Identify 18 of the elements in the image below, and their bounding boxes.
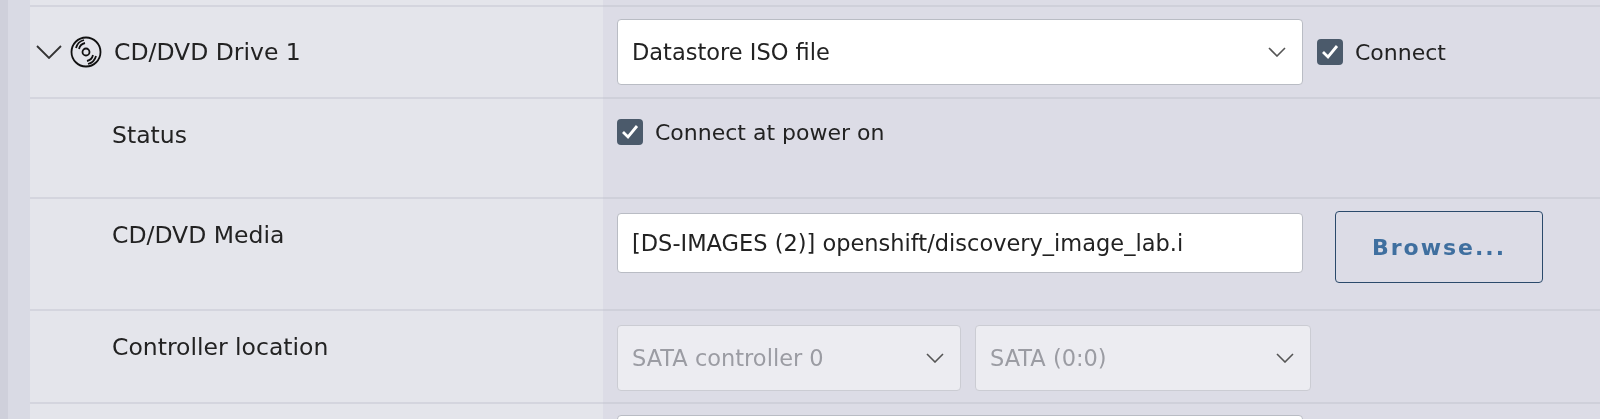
field-label: CD/DVD Media xyxy=(112,221,285,249)
device-name: CD/DVD Drive 1 xyxy=(114,38,301,66)
chevron-down-icon xyxy=(1268,47,1286,57)
checkbox[interactable] xyxy=(617,119,643,145)
browse-button[interactable]: Browse... xyxy=(1335,211,1543,283)
field-label: Status xyxy=(112,121,187,149)
checkmark-icon xyxy=(621,124,639,140)
checkbox-label: Connect xyxy=(1355,39,1446,65)
checkmark-icon xyxy=(1321,44,1339,60)
input-field[interactable]: [DS-IMAGES (2)] openshift/discovery_image_lab.i xyxy=(617,213,1303,273)
disc-icon xyxy=(70,35,102,69)
checkbox-label: Connect at power on xyxy=(655,119,885,145)
chevron-down-icon xyxy=(926,353,944,363)
chevron-down-icon xyxy=(1276,353,1294,363)
field-label: Controller location xyxy=(112,333,329,361)
chevron-down-icon[interactable] xyxy=(36,45,62,59)
dropdown[interactable]: Datastore ISO file xyxy=(617,19,1303,85)
checkbox[interactable] xyxy=(1317,39,1343,65)
